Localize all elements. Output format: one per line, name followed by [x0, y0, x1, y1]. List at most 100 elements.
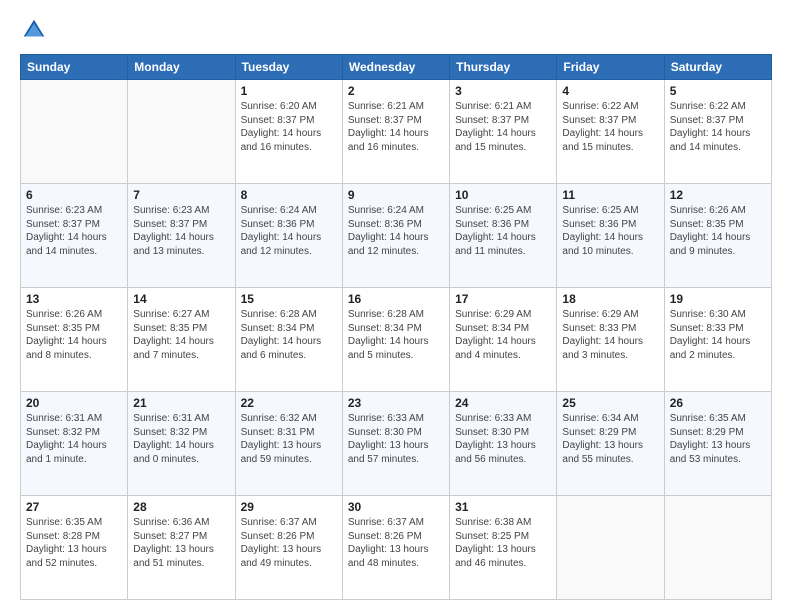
day-header-thursday: Thursday	[450, 55, 557, 80]
day-info: Sunrise: 6:28 AMSunset: 8:34 PMDaylight:…	[241, 308, 337, 362]
calendar-cell: 25 Sunrise: 6:34 AMSunset: 8:29 PMDayligh…	[557, 392, 664, 496]
calendar-cell: 23 Sunrise: 6:33 AMSunset: 8:30 PMDayligh…	[342, 392, 449, 496]
day-info: Sunrise: 6:23 AMSunset: 8:37 PMDaylight:…	[133, 204, 229, 258]
calendar-cell: 28Sunrise: 6:36 AMSunset: 8:27 PMDayligh…	[128, 496, 235, 600]
calendar-cell: 29 Sunrise: 6:37 AMSunset: 8:26 PMDayligh…	[235, 496, 342, 600]
day-info: Sunrise: 6:35 AMSunset: 8:29 PMDaylight:…	[670, 412, 766, 466]
day-info: Sunrise: 6:36 AMSunset: 8:27 PMDaylight:…	[133, 516, 229, 570]
calendar-cell: 22 Sunrise: 6:32 AMSunset: 8:31 PMDayligh…	[235, 392, 342, 496]
calendar-week-row: 13Sunrise: 6:26 AMSunset: 8:35 PMDayligh…	[21, 288, 772, 392]
day-info: Sunrise: 6:33 AMSunset: 8:30 PMDaylight:…	[455, 412, 551, 466]
day-number: 3	[455, 84, 551, 98]
day-number: 12	[670, 188, 766, 202]
day-info: Sunrise: 6:25 AMSunset: 8:36 PMDaylight:…	[562, 204, 658, 258]
day-info: Sunrise: 6:32 AMSunset: 8:31 PMDaylight:…	[241, 412, 337, 466]
day-number: 25	[562, 396, 658, 410]
calendar-cell: 16 Sunrise: 6:28 AMSunset: 8:34 PMDayligh…	[342, 288, 449, 392]
calendar-week-row: 6 Sunrise: 6:23 AMSunset: 8:37 PMDaylight…	[21, 184, 772, 288]
day-info: Sunrise: 6:22 AMSunset: 8:37 PMDaylight:…	[562, 100, 658, 154]
day-number: 26	[670, 396, 766, 410]
day-info: Sunrise: 6:26 AMSunset: 8:35 PMDaylight:…	[670, 204, 766, 258]
calendar-cell: 4Sunrise: 6:22 AMSunset: 8:37 PMDaylight…	[557, 80, 664, 184]
day-number: 8	[241, 188, 337, 202]
day-info: Sunrise: 6:25 AMSunset: 8:36 PMDaylight:…	[455, 204, 551, 258]
day-number: 2	[348, 84, 444, 98]
day-number: 15	[241, 292, 337, 306]
day-info: Sunrise: 6:23 AMSunset: 8:37 PMDaylight:…	[26, 204, 122, 258]
calendar-cell	[128, 80, 235, 184]
day-number: 7	[133, 188, 229, 202]
calendar-cell: 11 Sunrise: 6:25 AMSunset: 8:36 PMDayligh…	[557, 184, 664, 288]
logo	[20, 16, 52, 44]
calendar-cell: 27Sunrise: 6:35 AMSunset: 8:28 PMDayligh…	[21, 496, 128, 600]
day-info: Sunrise: 6:31 AMSunset: 8:32 PMDaylight:…	[133, 412, 229, 466]
calendar-cell: 21Sunrise: 6:31 AMSunset: 8:32 PMDayligh…	[128, 392, 235, 496]
calendar-cell: 14Sunrise: 6:27 AMSunset: 8:35 PMDayligh…	[128, 288, 235, 392]
day-number: 10	[455, 188, 551, 202]
day-info: Sunrise: 6:28 AMSunset: 8:34 PMDaylight:…	[348, 308, 444, 362]
day-number: 6	[26, 188, 122, 202]
day-number: 29	[241, 500, 337, 514]
day-number: 18	[562, 292, 658, 306]
calendar-cell	[557, 496, 664, 600]
calendar-cell: 5 Sunrise: 6:22 AMSunset: 8:37 PMDaylight…	[664, 80, 771, 184]
day-number: 22	[241, 396, 337, 410]
day-number: 23	[348, 396, 444, 410]
day-info: Sunrise: 6:31 AMSunset: 8:32 PMDaylight:…	[26, 412, 122, 466]
calendar-cell: 10 Sunrise: 6:25 AMSunset: 8:36 PMDayligh…	[450, 184, 557, 288]
day-number: 20	[26, 396, 122, 410]
day-info: Sunrise: 6:22 AMSunset: 8:37 PMDaylight:…	[670, 100, 766, 154]
day-number: 11	[562, 188, 658, 202]
day-number: 24	[455, 396, 551, 410]
day-info: Sunrise: 6:27 AMSunset: 8:35 PMDaylight:…	[133, 308, 229, 362]
calendar-cell: 6 Sunrise: 6:23 AMSunset: 8:37 PMDaylight…	[21, 184, 128, 288]
day-info: Sunrise: 6:33 AMSunset: 8:30 PMDaylight:…	[348, 412, 444, 466]
calendar-table: SundayMondayTuesdayWednesdayThursdayFrid…	[20, 54, 772, 600]
day-header-sunday: Sunday	[21, 55, 128, 80]
day-number: 1	[241, 84, 337, 98]
calendar-week-row: 1Sunrise: 6:20 AMSunset: 8:37 PMDaylight…	[21, 80, 772, 184]
day-info: Sunrise: 6:24 AMSunset: 8:36 PMDaylight:…	[241, 204, 337, 258]
calendar-cell: 7 Sunrise: 6:23 AMSunset: 8:37 PMDaylight…	[128, 184, 235, 288]
calendar-cell: 3 Sunrise: 6:21 AMSunset: 8:37 PMDaylight…	[450, 80, 557, 184]
day-info: Sunrise: 6:21 AMSunset: 8:37 PMDaylight:…	[455, 100, 551, 154]
day-header-friday: Friday	[557, 55, 664, 80]
calendar-cell	[21, 80, 128, 184]
day-number: 27	[26, 500, 122, 514]
calendar-cell: 31 Sunrise: 6:38 AMSunset: 8:25 PMDayligh…	[450, 496, 557, 600]
day-header-tuesday: Tuesday	[235, 55, 342, 80]
day-number: 17	[455, 292, 551, 306]
day-info: Sunrise: 6:29 AMSunset: 8:33 PMDaylight:…	[562, 308, 658, 362]
day-number: 9	[348, 188, 444, 202]
day-number: 31	[455, 500, 551, 514]
calendar-cell: 15 Sunrise: 6:28 AMSunset: 8:34 PMDayligh…	[235, 288, 342, 392]
calendar-cell: 17 Sunrise: 6:29 AMSunset: 8:34 PMDayligh…	[450, 288, 557, 392]
calendar-cell: 1Sunrise: 6:20 AMSunset: 8:37 PMDaylight…	[235, 80, 342, 184]
calendar-cell	[664, 496, 771, 600]
day-info: Sunrise: 6:26 AMSunset: 8:35 PMDaylight:…	[26, 308, 122, 362]
calendar-cell: 12 Sunrise: 6:26 AMSunset: 8:35 PMDayligh…	[664, 184, 771, 288]
calendar-cell: 8 Sunrise: 6:24 AMSunset: 8:36 PMDaylight…	[235, 184, 342, 288]
day-info: Sunrise: 6:34 AMSunset: 8:29 PMDaylight:…	[562, 412, 658, 466]
calendar-cell: 19 Sunrise: 6:30 AMSunset: 8:33 PMDayligh…	[664, 288, 771, 392]
page: SundayMondayTuesdayWednesdayThursdayFrid…	[0, 0, 792, 612]
day-number: 5	[670, 84, 766, 98]
calendar-cell: 9 Sunrise: 6:24 AMSunset: 8:36 PMDaylight…	[342, 184, 449, 288]
day-header-wednesday: Wednesday	[342, 55, 449, 80]
calendar-week-row: 20 Sunrise: 6:31 AMSunset: 8:32 PMDayligh…	[21, 392, 772, 496]
header	[20, 16, 772, 44]
calendar-cell: 18 Sunrise: 6:29 AMSunset: 8:33 PMDayligh…	[557, 288, 664, 392]
day-info: Sunrise: 6:30 AMSunset: 8:33 PMDaylight:…	[670, 308, 766, 362]
day-info: Sunrise: 6:29 AMSunset: 8:34 PMDaylight:…	[455, 308, 551, 362]
calendar-header-row: SundayMondayTuesdayWednesdayThursdayFrid…	[21, 55, 772, 80]
day-number: 19	[670, 292, 766, 306]
day-number: 16	[348, 292, 444, 306]
day-header-monday: Monday	[128, 55, 235, 80]
calendar-cell: 2Sunrise: 6:21 AMSunset: 8:37 PMDaylight…	[342, 80, 449, 184]
day-info: Sunrise: 6:24 AMSunset: 8:36 PMDaylight:…	[348, 204, 444, 258]
calendar-cell: 20 Sunrise: 6:31 AMSunset: 8:32 PMDayligh…	[21, 392, 128, 496]
day-info: Sunrise: 6:38 AMSunset: 8:25 PMDaylight:…	[455, 516, 551, 570]
day-info: Sunrise: 6:37 AMSunset: 8:26 PMDaylight:…	[241, 516, 337, 570]
logo-icon	[20, 16, 48, 44]
calendar-cell: 30Sunrise: 6:37 AMSunset: 8:26 PMDayligh…	[342, 496, 449, 600]
